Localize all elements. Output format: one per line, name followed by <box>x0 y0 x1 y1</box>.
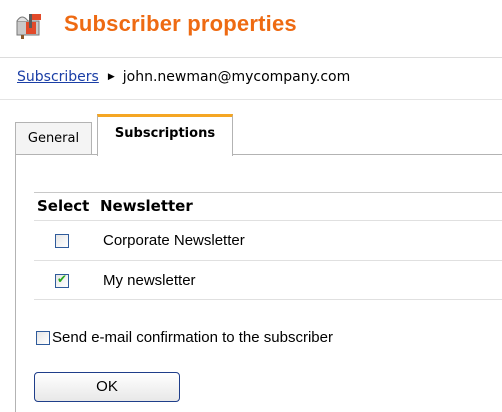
newsletter-name: My newsletter <box>103 272 196 289</box>
newsletter-name: Corporate Newsletter <box>103 232 245 249</box>
tab-strip-divider <box>15 154 502 155</box>
table-top-border <box>34 192 502 193</box>
header-divider <box>0 99 502 100</box>
row-divider <box>34 299 502 300</box>
tab-general[interactable]: General <box>15 122 92 155</box>
ok-button[interactable]: OK <box>34 372 180 402</box>
newsletter-checkbox[interactable] <box>55 234 69 248</box>
column-header-newsletter: Newsletter <box>100 197 193 215</box>
breadcrumb-subscribers-link[interactable]: Subscribers <box>17 69 99 85</box>
newsletter-checkbox[interactable]: ✔ <box>55 272 69 288</box>
header-row-divider <box>34 220 502 221</box>
breadcrumb: Subscribers ▶ john.newman@mycompany.com <box>17 69 350 85</box>
breadcrumb-separator-icon: ▶ <box>107 72 115 82</box>
send-confirmation-label[interactable]: Send e-mail confirmation to the subscrib… <box>52 329 333 346</box>
page-title: Subscriber properties <box>64 11 297 36</box>
checkmark-icon: ✔ <box>57 272 68 286</box>
tab-subscriptions[interactable]: Subscriptions <box>97 114 233 156</box>
tab-content-border <box>15 155 16 412</box>
mailbox-icon <box>16 14 41 39</box>
row-divider <box>34 260 502 261</box>
send-confirmation-checkbox[interactable] <box>36 331 50 345</box>
column-header-select: Select <box>37 197 90 215</box>
page-header: Subscriber properties <box>0 0 502 58</box>
breadcrumb-current: john.newman@mycompany.com <box>122 69 351 85</box>
